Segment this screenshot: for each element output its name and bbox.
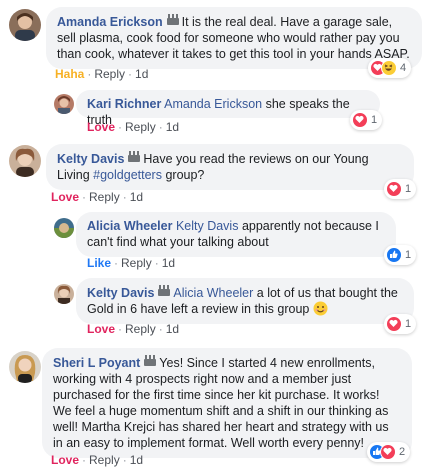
- haha-icon: [381, 60, 397, 76]
- author-name[interactable]: Amanda Erickson: [57, 15, 163, 29]
- avatar[interactable]: [9, 351, 41, 383]
- mention-link[interactable]: Kelty Davis: [176, 219, 239, 233]
- author-name[interactable]: Kelty Davis: [87, 286, 154, 300]
- timestamp[interactable]: 1d: [135, 67, 148, 81]
- love-icon: [386, 316, 402, 332]
- comment-actions: Like · Reply · 1d: [87, 256, 176, 270]
- love-icon: [386, 181, 402, 197]
- reaction-count[interactable]: 1: [384, 245, 417, 265]
- reaction-count[interactable]: 1: [384, 314, 417, 334]
- reply-link[interactable]: Reply: [94, 67, 125, 81]
- reaction-label[interactable]: Love: [51, 453, 79, 467]
- top-fan-badge-icon: [127, 150, 141, 163]
- avatar[interactable]: [54, 94, 74, 114]
- author-name[interactable]: Kelty Davis: [57, 152, 124, 166]
- reply-link[interactable]: Reply: [89, 453, 120, 467]
- comment-actions: Love · Reply · 1d: [51, 453, 144, 467]
- reaction-label[interactable]: Haha: [55, 67, 84, 81]
- author-name[interactable]: Sheri L Poyant: [53, 356, 140, 370]
- comment-bubble: Kelty Davis Alicia Wheeler a lot of us th…: [76, 278, 414, 324]
- reply-comment: Kelty Davis Alicia Wheeler a lot of us th…: [0, 276, 430, 340]
- comment: Kelty Davis Have you read the reviews on …: [0, 138, 430, 208]
- reply-link[interactable]: Reply: [125, 322, 156, 336]
- comment-text: Yes! Since I started 4 new enrollments, …: [53, 356, 389, 450]
- timestamp[interactable]: 1d: [130, 190, 143, 204]
- author-name[interactable]: Alicia Wheeler: [87, 219, 172, 233]
- timestamp[interactable]: 1d: [166, 322, 179, 336]
- comment-bubble: Amanda Erickson It is the real deal. Have…: [46, 7, 422, 69]
- timestamp[interactable]: 1d: [166, 120, 179, 134]
- top-fan-badge-icon: [143, 354, 157, 367]
- author-name[interactable]: Kari Richner: [87, 97, 161, 111]
- comment: Amanda Erickson It is the real deal. Have…: [0, 0, 430, 84]
- hashtag-link[interactable]: #goldgetters: [93, 168, 162, 182]
- top-fan-badge-icon: [166, 13, 180, 26]
- avatar[interactable]: [9, 145, 41, 177]
- reply-comment: Kari Richner Amanda Erickson she speaks …: [0, 84, 430, 136]
- reaction-label[interactable]: Love: [51, 190, 79, 204]
- mention-link[interactable]: Alicia Wheeler: [173, 286, 253, 300]
- like-icon: [386, 247, 402, 263]
- timestamp[interactable]: 1d: [130, 453, 143, 467]
- mention-link[interactable]: Amanda Erickson: [164, 97, 262, 111]
- comment-bubble: Sheri L Poyant Yes! Since I started 4 new…: [42, 348, 412, 458]
- reaction-count[interactable]: 1: [384, 179, 417, 199]
- smiling-face-emoji-icon: [313, 301, 328, 316]
- reply-comment: Alicia Wheeler Kelty Davis apparently no…: [0, 210, 430, 274]
- comment-bubble: Kari Richner Amanda Erickson she speaks …: [76, 90, 380, 127]
- comment-actions: Love · Reply · 1d: [87, 120, 180, 134]
- reaction-count[interactable]: 2: [367, 442, 411, 462]
- reply-link[interactable]: Reply: [121, 256, 152, 270]
- comment-actions: Love · Reply · 1d: [87, 322, 180, 336]
- avatar[interactable]: [9, 9, 41, 41]
- love-icon: [352, 112, 368, 128]
- love-icon: [380, 444, 396, 460]
- comment-bubble: Alicia Wheeler Kelty Davis apparently no…: [76, 212, 396, 257]
- comment-bubble: Kelty Davis Have you read the reviews on …: [46, 144, 414, 190]
- comment: Sheri L Poyant Yes! Since I started 4 new…: [0, 344, 430, 474]
- comment-actions: Love · Reply · 1d: [51, 190, 144, 204]
- reaction-count[interactable]: 4: [368, 58, 412, 78]
- comment-text-end: group?: [165, 168, 205, 182]
- top-fan-badge-icon: [157, 284, 171, 297]
- comment-actions: Haha · Reply · 1d: [55, 67, 149, 81]
- avatar[interactable]: [54, 284, 74, 304]
- reaction-label[interactable]: Like: [87, 256, 111, 270]
- reaction-label[interactable]: Love: [87, 120, 115, 134]
- timestamp[interactable]: 1d: [162, 256, 175, 270]
- reply-link[interactable]: Reply: [125, 120, 156, 134]
- reaction-count[interactable]: 1: [350, 110, 383, 130]
- reaction-label[interactable]: Love: [87, 322, 115, 336]
- reply-link[interactable]: Reply: [89, 190, 120, 204]
- avatar[interactable]: [54, 218, 74, 238]
